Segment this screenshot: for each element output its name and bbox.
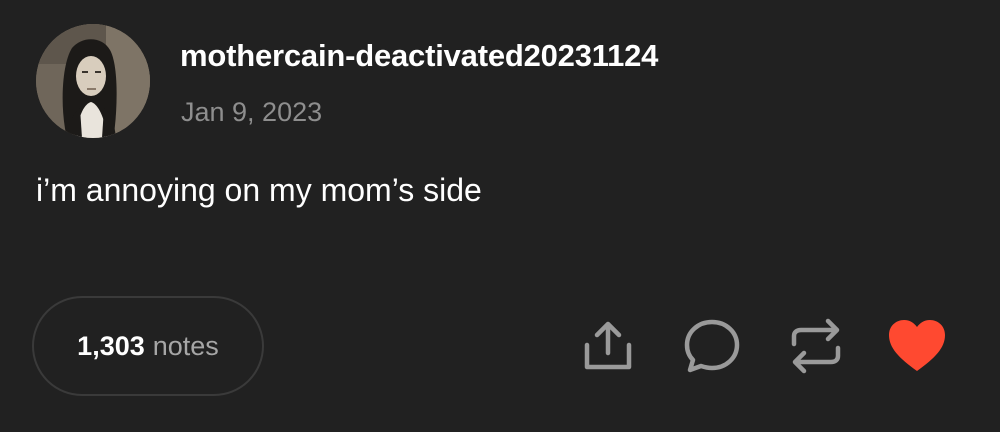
like-button[interactable] [885, 314, 949, 378]
reply-icon [684, 319, 740, 373]
share-icon [584, 321, 632, 370]
reblog-icon [791, 318, 841, 374]
notes-button[interactable]: 1,303 notes [32, 296, 264, 396]
share-button[interactable] [576, 314, 640, 378]
notes-label: notes [152, 330, 219, 361]
post-date[interactable]: Jan 9, 2023 [181, 97, 322, 128]
notes-count: 1,303 [77, 330, 145, 361]
post-card: mothercain-deactivated20231124 Jan 9, 20… [0, 0, 1000, 432]
reblog-button[interactable] [784, 314, 848, 378]
post-body: i’m annoying on my mom’s side [36, 172, 482, 208]
username[interactable]: mothercain-deactivated20231124 [180, 38, 658, 74]
reply-button[interactable] [680, 314, 744, 378]
avatar[interactable] [36, 24, 150, 138]
avatar-photo [36, 24, 150, 138]
heart-icon [889, 320, 945, 371]
